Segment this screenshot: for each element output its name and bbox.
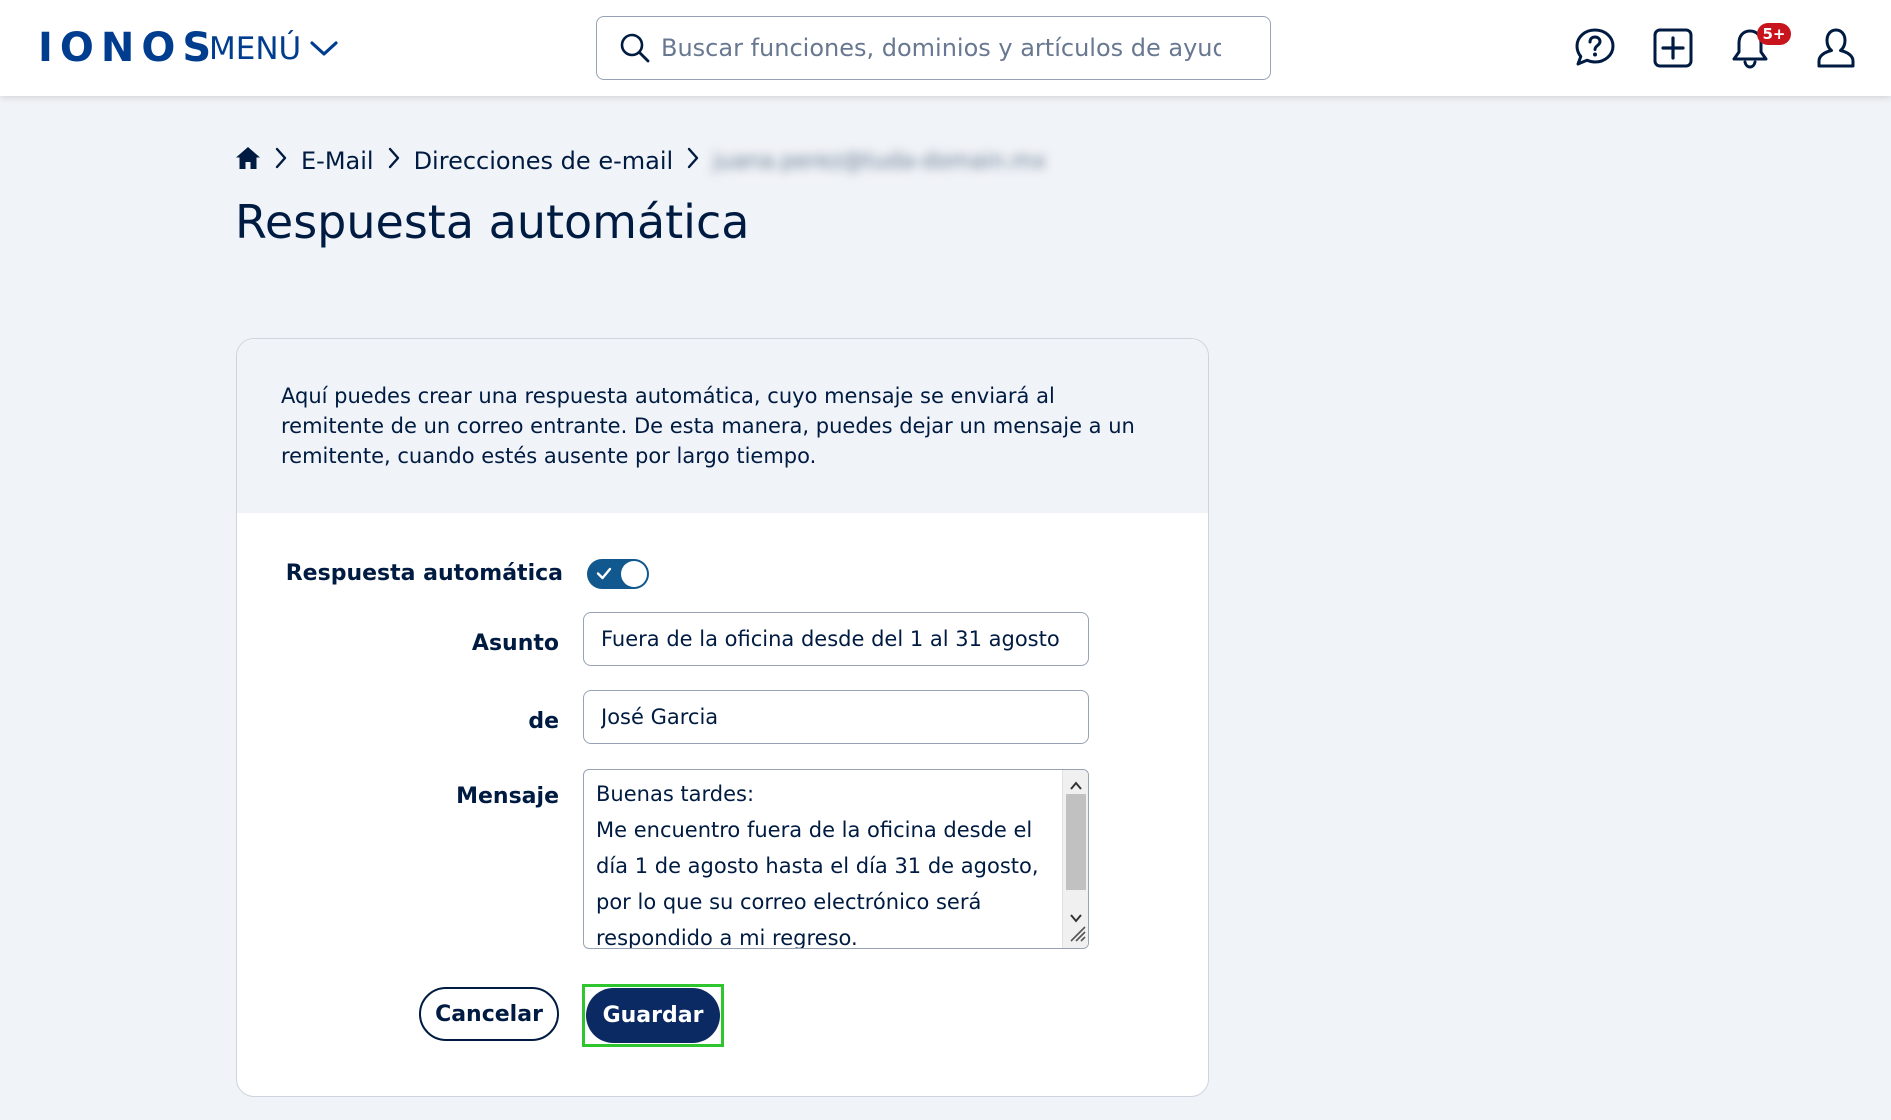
home-icon[interactable] <box>235 146 261 176</box>
breadcrumb-email-addresses[interactable]: Direcciones de e-mail <box>414 147 674 175</box>
chevron-down-icon <box>309 31 339 67</box>
autoresponder-toggle[interactable] <box>587 559 649 589</box>
subject-input[interactable] <box>583 612 1089 666</box>
message-label: Mensaje <box>456 784 559 809</box>
search-icon <box>619 32 651 64</box>
save-button[interactable]: Guardar <box>586 988 720 1043</box>
from-input[interactable] <box>583 690 1089 744</box>
from-label: de <box>528 709 559 734</box>
chevron-right-icon <box>275 147 287 175</box>
intro-text: Aquí puedes crear una respuesta automáti… <box>237 339 1208 513</box>
top-header: IONOS MENÚ 5+ <box>0 0 1891 96</box>
search-box[interactable] <box>596 16 1271 80</box>
autoresponder-toggle-label: Respuesta automática <box>285 561 563 586</box>
chevron-right-icon <box>388 147 400 175</box>
page-title: Respuesta automática <box>235 195 750 249</box>
menu-button[interactable]: MENÚ <box>209 26 339 72</box>
message-textarea[interactable]: Buenas tardes: Me encuentro fuera de la … <box>583 769 1089 949</box>
add-icon[interactable] <box>1649 24 1697 72</box>
breadcrumb-email[interactable]: E-Mail <box>301 147 374 175</box>
search-input[interactable] <box>661 28 1221 68</box>
toggle-knob <box>621 561 647 587</box>
scrollbar-thumb[interactable] <box>1066 794 1086 890</box>
user-icon[interactable] <box>1812 24 1860 72</box>
help-icon[interactable] <box>1571 24 1619 72</box>
ionos-logo[interactable]: IONOS <box>38 24 218 72</box>
menu-label: MENÚ <box>209 31 302 67</box>
autoresponder-card: Aquí puedes crear una respuesta automáti… <box>236 338 1209 1097</box>
check-icon <box>596 565 612 585</box>
scroll-up-icon[interactable] <box>1070 776 1082 795</box>
notification-badge: 5+ <box>1757 23 1791 45</box>
chevron-right-icon <box>687 147 699 175</box>
cancel-button[interactable]: Cancelar <box>419 987 559 1041</box>
resize-grip-icon[interactable] <box>1065 921 1087 947</box>
subject-label: Asunto <box>471 631 559 656</box>
message-text[interactable]: Buenas tardes: Me encuentro fuera de la … <box>596 776 1056 948</box>
breadcrumb-current-email: juana.perez@tuda-domain.mx <box>713 148 1047 174</box>
breadcrumb: E-Mail Direcciones de e-mail juana.perez… <box>235 144 1046 178</box>
